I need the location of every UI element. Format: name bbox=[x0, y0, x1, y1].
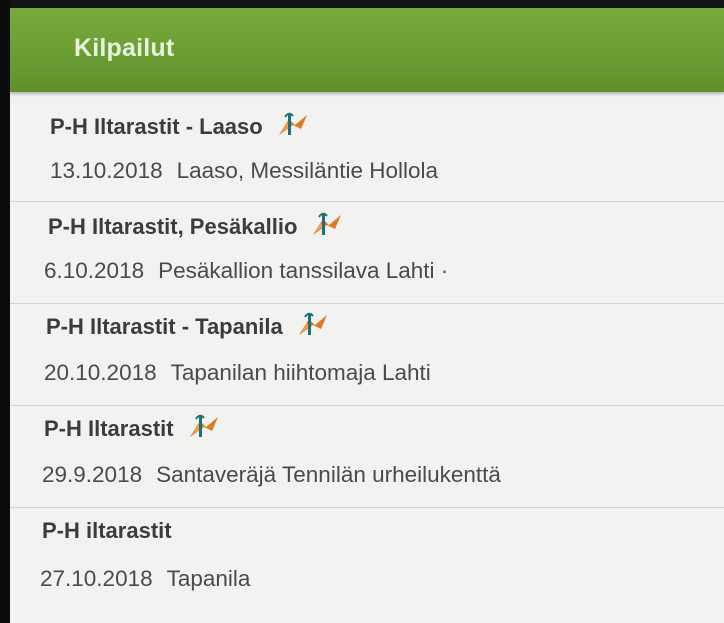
competition-item[interactable]: P-H Iltarastit - Laaso 13.10.2018 Laaso, … bbox=[10, 100, 724, 202]
orienteering-flag-icon bbox=[278, 112, 307, 136]
competition-location: Tapanila bbox=[166, 566, 251, 591]
app-screen: Kilpailut P-H Iltarastit - Laaso 13.10.2… bbox=[10, 8, 724, 623]
competition-location: Pesäkallion tanssilava Lahti · bbox=[158, 258, 449, 283]
competition-title: P-H Iltarastit bbox=[44, 414, 220, 443]
competition-details: 13.10.2018 Laaso, Messiläntie Hollola bbox=[50, 158, 438, 184]
competition-date: 27.10.2018 bbox=[40, 566, 153, 591]
app-bar-title: Kilpailut bbox=[74, 34, 175, 62]
competition-title: P-H Iltarastit - Tapanila bbox=[46, 312, 329, 341]
competition-title: P-H Iltarastit - Laaso bbox=[50, 112, 309, 141]
competition-location: Laaso, Messiläntie Hollola bbox=[176, 158, 439, 183]
competition-details: 20.10.2018 Tapanilan hiihtomaja Lahti bbox=[44, 360, 431, 386]
app-bar: Kilpailut bbox=[10, 8, 724, 92]
competition-item[interactable]: P-H iltarastit 27.10.2018 Tapanila bbox=[10, 508, 724, 610]
competition-date: 6.10.2018 bbox=[44, 258, 145, 283]
competition-item[interactable]: P-H Iltarastit 29.9.2018 Santaveräjä Tenn… bbox=[10, 406, 724, 508]
device-bezel-top bbox=[0, 0, 724, 8]
competition-details: 29.9.2018 Santaveräjä Tennilän urheiluken… bbox=[42, 462, 501, 488]
competition-title: P-H iltarastit bbox=[42, 518, 172, 544]
competition-date: 13.10.2018 bbox=[50, 158, 163, 183]
competition-item[interactable]: P-H Iltarastit, Pesäkallio 6.10.2018 Pesä… bbox=[10, 202, 724, 304]
competition-location: Tapanilan hiihtomaja Lahti bbox=[170, 360, 431, 385]
competition-name: P-H Iltarastit - Tapanila bbox=[46, 314, 283, 339]
competition-date: 29.9.2018 bbox=[42, 462, 143, 487]
competition-list: P-H Iltarastit - Laaso 13.10.2018 Laaso, … bbox=[10, 100, 724, 610]
orienteering-flag-icon bbox=[313, 212, 342, 236]
competition-details: 6.10.2018 Pesäkallion tanssilava Lahti · bbox=[44, 258, 448, 284]
competition-title: P-H Iltarastit, Pesäkallio bbox=[48, 212, 343, 241]
competition-date: 20.10.2018 bbox=[44, 360, 157, 385]
orienteering-flag-icon bbox=[298, 312, 327, 336]
competition-item[interactable]: P-H Iltarastit - Tapanila 20.10.2018 Tapa… bbox=[10, 304, 724, 406]
orienteering-flag-icon bbox=[189, 414, 218, 438]
competition-details: 27.10.2018 Tapanila bbox=[40, 566, 250, 592]
competition-name: P-H Iltarastit - Laaso bbox=[50, 114, 263, 139]
competition-name: P-H Iltarastit, Pesäkallio bbox=[48, 214, 298, 239]
device-bezel-left bbox=[0, 0, 10, 623]
competition-name: P-H Iltarastit bbox=[44, 416, 174, 441]
competition-name: P-H iltarastit bbox=[42, 518, 172, 543]
competition-location: Santaveräjä Tennilän urheilukenttä bbox=[156, 462, 501, 487]
